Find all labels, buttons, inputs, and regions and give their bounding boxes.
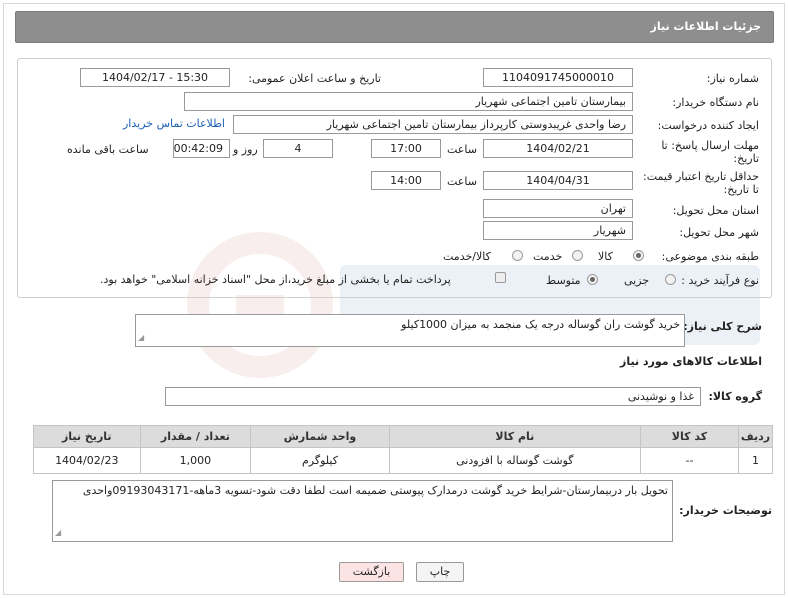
column-header-unit: واحد شمارش: [250, 425, 390, 448]
column-header-row-number: ردیف: [737, 425, 774, 448]
days-label: روز و: [233, 143, 258, 156]
reply-date-field[interactable]: 1404/02/21: [483, 139, 633, 158]
category-option-goods: کالا: [598, 250, 613, 263]
category-radio-goods[interactable]: [633, 250, 644, 261]
process-type-label: نوع فرآیند خرید :: [681, 274, 759, 287]
buyer-notes-label: توضیحات خریدار:: [679, 504, 772, 517]
validity-time-field[interactable]: 14:00: [371, 171, 441, 190]
column-header-need-date: تاریخ نیاز: [33, 425, 141, 448]
page-header: جزئیات اطلاعات نیاز: [15, 11, 774, 43]
announce-datetime-label: تاریخ و ساعت اعلان عمومی:: [248, 72, 381, 85]
resize-grip-icon[interactable]: ◢: [138, 330, 144, 345]
requester-label: ایجاد کننده درخواست:: [657, 119, 759, 132]
reply-deadline-label: مهلت ارسال پاسخ: تا: [661, 139, 759, 152]
need-description-text: خرید گوشت ران گوساله درجه یک منجمد به می…: [401, 318, 680, 331]
announce-datetime-field[interactable]: 1404/02/17 - 15:30: [80, 68, 230, 87]
province-field[interactable]: تهران: [483, 199, 633, 218]
buyer-org-label: نام دستگاه خریدار:: [672, 96, 759, 109]
goods-table-header: ردیف کد کالا نام کالا واحد شمارش تعداد /…: [33, 425, 774, 448]
need-number-label: شماره نیاز:: [706, 72, 759, 85]
buyer-org-field[interactable]: بیمارستان تامین اجتماعی شهریار: [184, 92, 633, 111]
validity-date-field[interactable]: 1404/04/31: [483, 171, 633, 190]
buyer-notes-text: تحویل بار دربیمارستان-شرایط خرید گوشت در…: [82, 484, 668, 497]
price-validity-label: حداقل تاریخ اعتبار قیمت:: [643, 170, 759, 183]
requester-field[interactable]: رضا واحدی غریبدوستی کارپرداز بیمارستان ت…: [233, 115, 633, 134]
days-remaining-field[interactable]: 4: [263, 139, 333, 158]
goods-table: ردیف کد کالا نام کالا واحد شمارش تعداد /…: [33, 425, 774, 474]
buyer-notes-field[interactable]: تحویل بار دربیمارستان-شرایط خرید گوشت در…: [52, 480, 673, 542]
category-option-service: خدمت: [533, 250, 563, 263]
cell-quantity: 1,000: [139, 447, 252, 474]
goods-group-label: گروه کالا:: [708, 390, 762, 403]
city-field[interactable]: شهریار: [483, 221, 633, 240]
time-remaining-field[interactable]: 00:42:09: [173, 139, 230, 158]
category-option-goods-service: کالا/خدمت: [443, 250, 491, 263]
print-button[interactable]: چاپ: [416, 562, 464, 582]
reply-deadline-label-2: تاریخ:: [733, 152, 759, 165]
category-label: طبقه بندی موضوعی:: [661, 250, 759, 263]
reply-time-field[interactable]: 17:00: [371, 139, 441, 158]
column-header-quantity: تعداد / مقدار: [139, 425, 252, 448]
time-remaining-label: ساعت باقی مانده: [67, 143, 149, 156]
category-radio-goods-service[interactable]: [512, 250, 523, 261]
treasury-payment-checkbox[interactable]: [495, 272, 506, 283]
treasury-payment-note: پرداخت تمام یا بخشی از مبلغ خرید،از محل …: [100, 273, 451, 286]
process-option-medium: متوسط: [546, 274, 581, 287]
province-label: استان محل تحویل:: [672, 204, 759, 217]
process-radio-medium[interactable]: [587, 274, 598, 285]
goods-group-field[interactable]: غذا و نوشیدنی: [165, 387, 701, 406]
cell-unit: کیلوگرم: [250, 447, 390, 474]
need-description-label: شرح کلی نیاز:: [683, 320, 762, 333]
process-option-minor: جزیی: [624, 274, 650, 287]
cell-code: --: [639, 447, 739, 474]
goods-section-title: اطلاعات کالاهای مورد نیاز: [620, 355, 762, 368]
table-row[interactable]: 1 -- گوشت گوساله با افزودنی کیلوگرم 1,00…: [33, 447, 774, 474]
cell-row-number: 1: [737, 447, 774, 474]
category-radio-service[interactable]: [572, 250, 583, 261]
page-title: جزئیات اطلاعات نیاز: [650, 20, 762, 33]
need-description-field[interactable]: خرید گوشت ران گوساله درجه یک منجمد به می…: [135, 314, 685, 347]
cell-name: گوشت گوساله با افزودنی: [388, 447, 641, 474]
price-validity-label-2: تا تاریخ:: [723, 183, 759, 196]
city-label: شهر محل تحویل:: [679, 226, 759, 239]
process-radio-minor[interactable]: [665, 274, 676, 285]
buyer-contact-link[interactable]: اطلاعات تماس خریدار: [123, 117, 225, 130]
back-button[interactable]: بازگشت: [339, 562, 404, 582]
cell-need-date: 1404/02/23: [33, 447, 141, 474]
column-header-code: کد کالا: [639, 425, 739, 448]
column-header-name: نام کالا: [388, 425, 641, 448]
need-number-field[interactable]: 1104091745000010: [483, 68, 633, 87]
resize-grip-icon[interactable]: ◢: [55, 525, 61, 540]
validity-time-label: ساعت: [447, 175, 477, 188]
reply-time-label: ساعت: [447, 143, 477, 156]
